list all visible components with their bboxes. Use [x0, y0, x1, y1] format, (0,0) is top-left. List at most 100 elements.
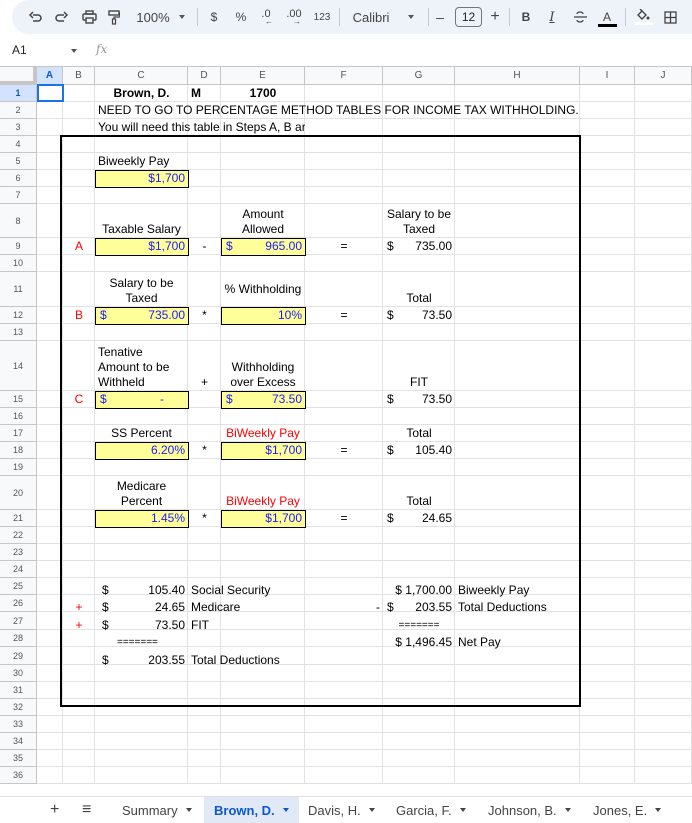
row-header-1[interactable]: 1 — [0, 85, 37, 102]
cell-g12-total[interactable]: $73.50 — [383, 307, 455, 324]
cell-e11-label[interactable]: % Withholding — [221, 272, 305, 307]
chevron-down-icon[interactable] — [282, 808, 289, 812]
cell-d29-label[interactable]: Total Deductions — [188, 652, 338, 669]
cell-g25-biweekly-pay[interactable]: $ 1,700.00 — [383, 582, 455, 599]
chevron-down-icon[interactable] — [564, 808, 571, 812]
row-header-25[interactable]: 25 — [0, 578, 37, 595]
print-button[interactable] — [79, 0, 99, 34]
font-dropdown-icon[interactable] — [408, 15, 414, 19]
sheet-tab-garcia-f[interactable]: Garcia, F. — [386, 797, 476, 823]
cell-c29-total-deductions[interactable]: $203.55 — [95, 652, 188, 669]
sheet-tab-davis-h[interactable]: Davis, H. — [298, 797, 385, 823]
cell-c9-taxable-salary[interactable]: $1,700 — [95, 238, 189, 256]
row-header-12[interactable]: 12 — [0, 307, 37, 324]
cell-c21-medicare-percent[interactable]: 1.45% — [95, 510, 189, 528]
zoom-select[interactable]: 100% — [136, 0, 170, 34]
increase-font-size-button[interactable]: + — [488, 0, 502, 34]
increase-decimal-button[interactable]: .00 → — [284, 0, 304, 34]
row-header-3[interactable]: 3 — [0, 119, 37, 136]
row-header-36[interactable]: 36 — [0, 767, 37, 784]
cell-c1-employee-name[interactable]: Brown, D. — [95, 85, 188, 102]
percent-format-button[interactable]: % — [233, 0, 249, 34]
cell-c18-ss-percent[interactable]: 6.20% — [95, 442, 189, 460]
column-header-h[interactable]: H — [455, 66, 580, 85]
add-sheet-button[interactable]: + — [40, 797, 69, 823]
cell-g28-net-pay[interactable]: $ 1,496.45 — [383, 634, 455, 651]
column-header-e[interactable]: E — [221, 66, 305, 85]
cell-g14-label[interactable]: FIT — [383, 341, 455, 391]
strikethrough-button[interactable] — [572, 0, 588, 34]
cell-e17-label[interactable]: BiWeekly Pay — [221, 425, 305, 442]
chevron-down-icon[interactable] — [368, 808, 375, 812]
row-header-17[interactable]: 17 — [0, 425, 37, 442]
row-header-20[interactable]: 20 — [0, 476, 37, 510]
cell-c12-salary-to-be-taxed[interactable]: $735.00 — [95, 307, 189, 325]
more-formats-button[interactable]: 123 — [312, 0, 332, 34]
cell-g18-ss-total[interactable]: $105.40 — [383, 442, 455, 459]
sheet-tab-jones-e[interactable]: Jones, E. — [583, 797, 671, 823]
font-size-input[interactable]: 12 — [455, 7, 482, 27]
row-header-5[interactable]: 5 — [0, 153, 37, 170]
cell-c26-medicare[interactable]: $24.65 — [95, 599, 188, 616]
all-sheets-button[interactable]: ≡ — [72, 797, 101, 823]
row-header-4[interactable]: 4 — [0, 136, 37, 153]
cell-c15-tentative-amount[interactable]: $ - — [95, 391, 189, 409]
cell-e9-amount-allowed[interactable]: $965.00 — [221, 238, 306, 256]
cell-c25-social-security[interactable]: $105.40 — [95, 582, 188, 599]
sheet-tab-johnson-b[interactable]: Johnson, B. — [478, 797, 581, 823]
row-header-34[interactable]: 34 — [0, 733, 37, 750]
row-header-24[interactable]: 24 — [0, 561, 37, 578]
row-header-10[interactable]: 10 — [0, 255, 37, 272]
cell-c5-label[interactable]: Biweekly Pay — [95, 153, 188, 170]
row-header-27[interactable]: 27 — [0, 612, 37, 630]
cell-c28-separator[interactable]: ======= — [95, 634, 188, 651]
row-header-19[interactable]: 19 — [0, 459, 37, 476]
cell-d1-status[interactable]: M — [188, 85, 221, 102]
row-header-11[interactable]: 11 — [0, 272, 37, 307]
name-box[interactable]: A1 — [12, 43, 27, 57]
zoom-dropdown-icon[interactable] — [179, 15, 185, 19]
row-header-15[interactable]: 15 — [0, 391, 37, 408]
selected-cell-a1[interactable] — [37, 84, 64, 102]
cell-e1-amount[interactable]: 1700 — [221, 85, 305, 102]
chevron-down-icon[interactable] — [185, 808, 192, 812]
cell-g9-salary-to-be-taxed[interactable]: $735.00 — [383, 238, 455, 255]
row-header-26[interactable]: 26 — [0, 595, 37, 612]
cell-g21-medicare-total[interactable]: $24.65 — [383, 510, 455, 527]
cell-e8-label[interactable]: Amount Allowed — [221, 204, 305, 238]
cell-c8-label[interactable]: Taxable Salary — [95, 204, 188, 238]
row-header-35[interactable]: 35 — [0, 750, 37, 767]
row-header-29[interactable]: 29 — [0, 647, 37, 665]
column-header-j[interactable]: J — [635, 66, 692, 85]
cell-h28-label[interactable]: Net Pay — [455, 634, 580, 651]
cell-g15-fit[interactable]: $73.50 — [383, 391, 455, 408]
cell-d27-label[interactable]: FIT — [188, 617, 305, 634]
cell-e20-label[interactable]: BiWeekly Pay — [221, 476, 305, 510]
select-all-corner[interactable] — [0, 66, 37, 85]
cell-c27-fit[interactable]: $73.50 — [95, 617, 188, 634]
sheet-tab-summary[interactable]: Summary — [112, 797, 202, 823]
chevron-down-icon[interactable] — [655, 808, 662, 812]
cell-c6-biweekly-pay-input[interactable]: $1,700 — [95, 170, 189, 188]
fill-color-button[interactable] — [633, 0, 653, 34]
row-header-9[interactable]: 9 — [0, 238, 37, 255]
row-header-16[interactable]: 16 — [0, 408, 37, 425]
undo-button[interactable] — [27, 0, 45, 34]
cell-h26-label[interactable]: Total Deductions — [455, 599, 580, 616]
row-header-28[interactable]: 28 — [0, 630, 37, 647]
row-header-13[interactable]: 13 — [0, 324, 37, 341]
row-header-6[interactable]: 6 — [0, 170, 37, 187]
cell-g20-label[interactable]: Total — [383, 476, 455, 510]
row-header-8[interactable]: 8 — [0, 204, 37, 238]
formula-input[interactable] — [120, 38, 680, 62]
redo-button[interactable] — [52, 0, 70, 34]
cell-g26-total-deductions[interactable]: $203.55 — [383, 599, 455, 616]
row-header-22[interactable]: 22 — [0, 527, 37, 544]
row-header-30[interactable]: 30 — [0, 665, 37, 682]
cell-c14-label[interactable]: Tenative Amount to be Withheld — [95, 341, 188, 391]
cell-g27-separator[interactable]: ======= — [383, 617, 455, 634]
cell-e12-withholding-percent[interactable]: 10% — [221, 307, 306, 325]
font-select[interactable]: Calibri — [350, 0, 392, 34]
cell-g8-label[interactable]: Salary to be Taxed — [383, 204, 455, 238]
column-header-i[interactable]: I — [580, 66, 635, 85]
